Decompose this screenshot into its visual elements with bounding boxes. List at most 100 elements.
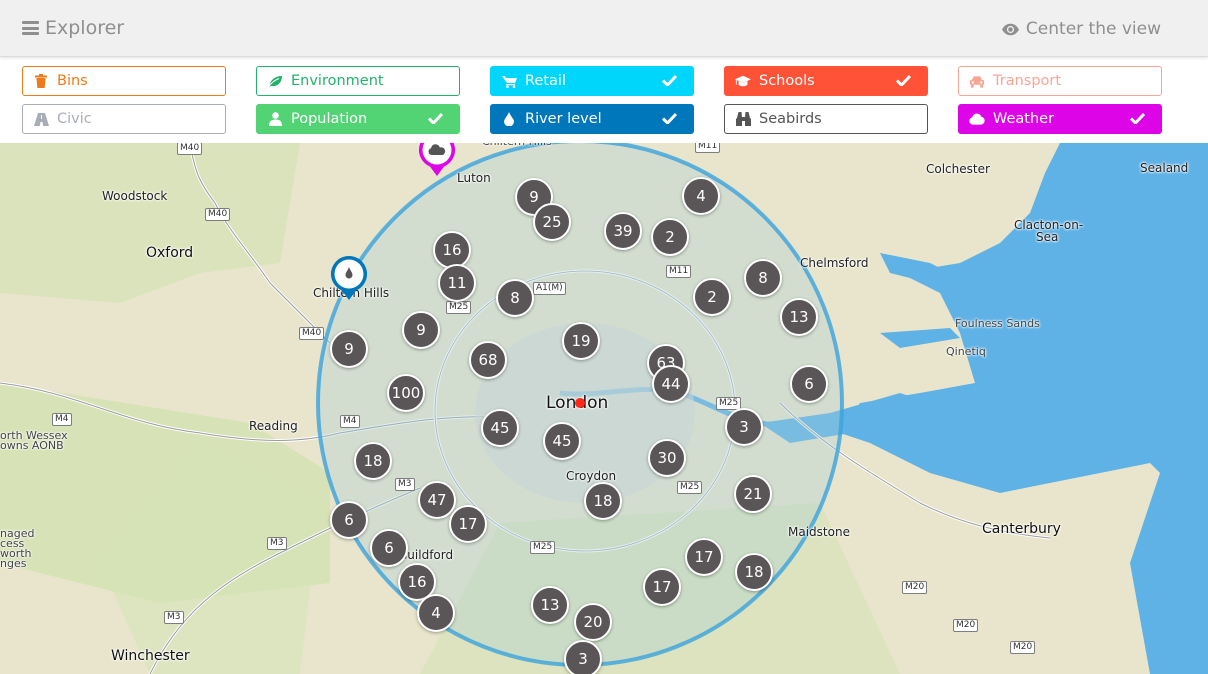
place-label: Winchester: [111, 648, 190, 664]
filter-river-level[interactable]: River level: [490, 104, 694, 134]
cluster-marker[interactable]: 6: [790, 365, 828, 403]
cluster-marker[interactable]: 6: [330, 501, 368, 539]
map-center-marker: [575, 398, 585, 408]
shopping-cart-icon: [501, 73, 517, 89]
filter-label: River level: [525, 111, 602, 127]
filter-population[interactable]: Population: [256, 104, 460, 134]
road-shield: M25: [677, 481, 703, 494]
cluster-marker[interactable]: 39: [604, 212, 642, 250]
app-title: Explorer: [45, 17, 125, 39]
cluster-marker[interactable]: 17: [685, 538, 723, 576]
cluster-marker[interactable]: 9: [402, 311, 440, 349]
cluster-marker[interactable]: 18: [354, 442, 392, 480]
place-label: Oxford: [146, 245, 194, 261]
trash-icon: [33, 73, 49, 89]
place-label: Sea: [1036, 230, 1059, 244]
road-shield: M40: [205, 208, 231, 221]
map[interactable]: WoodstockOxfordChiltern HillsChiltern Hi…: [0, 143, 1208, 674]
cluster-marker[interactable]: 20: [574, 603, 612, 641]
cluster-marker[interactable]: 17: [449, 505, 487, 543]
road-shield: M11: [666, 265, 692, 278]
filter-retail[interactable]: Retail: [490, 66, 694, 96]
user-icon: [267, 111, 283, 127]
cluster-marker[interactable]: 100: [387, 374, 425, 412]
cluster-marker[interactable]: 45: [543, 422, 581, 460]
road-shield: M40: [299, 327, 325, 340]
car-icon: [969, 73, 985, 89]
road-shield: M20: [902, 581, 928, 594]
filter-label: Transport: [993, 73, 1062, 89]
cluster-marker[interactable]: 25: [533, 203, 571, 241]
cluster-marker[interactable]: 21: [734, 475, 772, 513]
place-label: Woodstock: [102, 189, 168, 203]
road-shield: M11: [695, 143, 721, 153]
filter-weather[interactable]: Weather: [958, 104, 1162, 134]
checkmark-icon: [895, 74, 912, 90]
graduation-cap-icon: [735, 73, 751, 89]
leaf-icon: [267, 73, 283, 89]
place-label: Chiltern Hills: [482, 143, 552, 148]
filter-label: Population: [291, 111, 368, 127]
road-shield: M20: [1010, 641, 1036, 654]
eye-icon: [1001, 23, 1019, 35]
road-shield: M40: [177, 143, 203, 155]
place-label: Chelmsford: [800, 256, 869, 270]
cluster-marker[interactable]: 11: [438, 264, 476, 302]
cluster-marker[interactable]: 13: [531, 586, 569, 624]
cluster-marker[interactable]: 44: [652, 365, 690, 403]
top-bar: Explorer Center the view: [0, 0, 1208, 57]
cluster-marker[interactable]: 19: [562, 322, 600, 360]
cluster-marker[interactable]: 8: [744, 259, 782, 297]
road-icon: [33, 111, 49, 127]
cluster-marker[interactable]: 2: [693, 278, 731, 316]
weather-pin[interactable]: [417, 143, 457, 180]
filter-bins[interactable]: Bins: [22, 66, 226, 96]
checkmark-icon: [661, 112, 678, 128]
explorer-menu-button[interactable]: Explorer: [22, 17, 124, 39]
place-label: owns AONB: [0, 439, 64, 452]
filter-transport[interactable]: Transport: [958, 66, 1162, 96]
center-view-button[interactable]: Center the view: [1001, 19, 1161, 39]
filter-environment[interactable]: Environment: [256, 66, 460, 96]
place-label: Canterbury: [982, 521, 1061, 537]
place-label: Reading: [249, 419, 298, 433]
cluster-marker[interactable]: 18: [584, 482, 622, 520]
filter-schools[interactable]: Schools: [724, 66, 928, 96]
layer-filter-bar: Bins Environment Retail Schools Transport Civ…: [0, 57, 1208, 143]
place-label: Croydon: [566, 469, 617, 483]
filter-label: Bins: [57, 73, 88, 89]
place-label: Luton: [457, 171, 491, 185]
cluster-marker[interactable]: 45: [481, 409, 519, 447]
road-shield: M3: [164, 611, 184, 624]
cluster-marker[interactable]: 4: [682, 177, 720, 215]
cluster-marker[interactable]: 8: [496, 279, 534, 317]
water-drop-icon: [501, 111, 517, 127]
cluster-marker[interactable]: 4: [417, 594, 455, 632]
cluster-marker[interactable]: 47: [418, 481, 456, 519]
cluster-marker[interactable]: 13: [780, 298, 818, 336]
cluster-marker[interactable]: 17: [643, 568, 681, 606]
road-shield: M4: [52, 413, 72, 426]
road-shield: M3: [267, 537, 287, 550]
hamburger-menu-icon: [22, 21, 39, 35]
filter-label: Schools: [759, 73, 815, 89]
road-shield: M4: [340, 415, 360, 428]
river-level-pin[interactable]: [329, 254, 369, 304]
cluster-marker[interactable]: 3: [725, 408, 763, 446]
center-view-label: Center the view: [1025, 19, 1161, 39]
filter-civic[interactable]: Civic: [22, 104, 226, 134]
road-shield: M20: [953, 619, 979, 632]
cluster-marker[interactable]: 68: [469, 341, 507, 379]
cluster-marker[interactable]: 3: [564, 640, 602, 674]
cluster-marker[interactable]: 2: [651, 218, 689, 256]
filter-label: Seabirds: [759, 111, 822, 127]
cluster-marker[interactable]: 6: [370, 529, 408, 567]
cluster-marker[interactable]: 30: [648, 439, 686, 477]
filter-label: Environment: [291, 73, 384, 89]
road-shield: M25: [530, 541, 556, 554]
cluster-marker[interactable]: 16: [433, 231, 471, 269]
cluster-marker[interactable]: 18: [735, 553, 773, 591]
filter-seabirds[interactable]: Seabirds: [724, 104, 928, 134]
cluster-marker[interactable]: 9: [330, 330, 368, 368]
checkmark-icon: [1129, 112, 1146, 128]
